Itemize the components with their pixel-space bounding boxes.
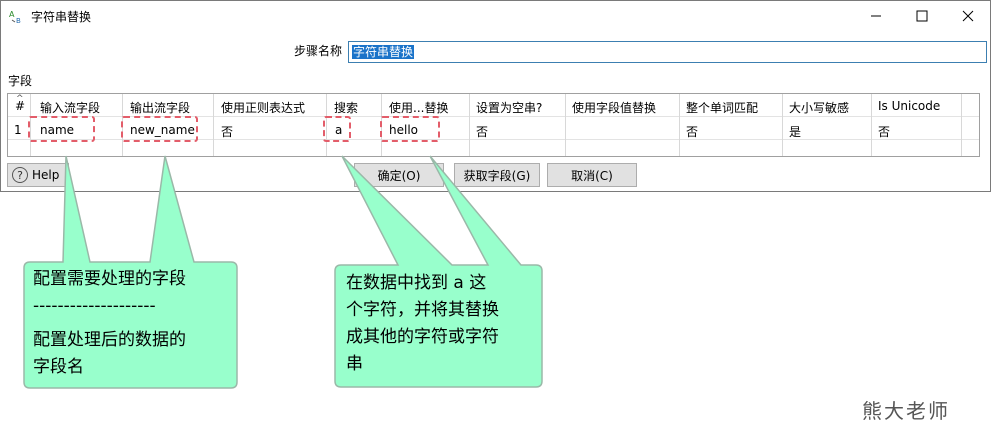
- callout-right-line: 在数据中找到 a 这: [346, 273, 487, 293]
- watermark: 熊大老师: [862, 399, 950, 423]
- callout-right-line: 成其他的字符或字符: [346, 327, 499, 347]
- callout-left-text: 配置需要处理的字段 -------------------- 配置处理后的数据的…: [33, 266, 186, 381]
- callout-left-line: --------------------: [33, 296, 156, 316]
- callout-left-line: 字段名: [33, 357, 84, 377]
- callout-right-line: 串: [346, 354, 363, 374]
- callout-left-line: 配置需要处理的字段: [33, 269, 186, 289]
- callout-left-line: 配置处理后的数据的: [33, 330, 186, 350]
- callout-right-text: 在数据中找到 a 这 个字符，并将其替换 成其他的字符或字符 串: [346, 270, 499, 378]
- callout-right-line: 个字符，并将其替换: [346, 300, 499, 320]
